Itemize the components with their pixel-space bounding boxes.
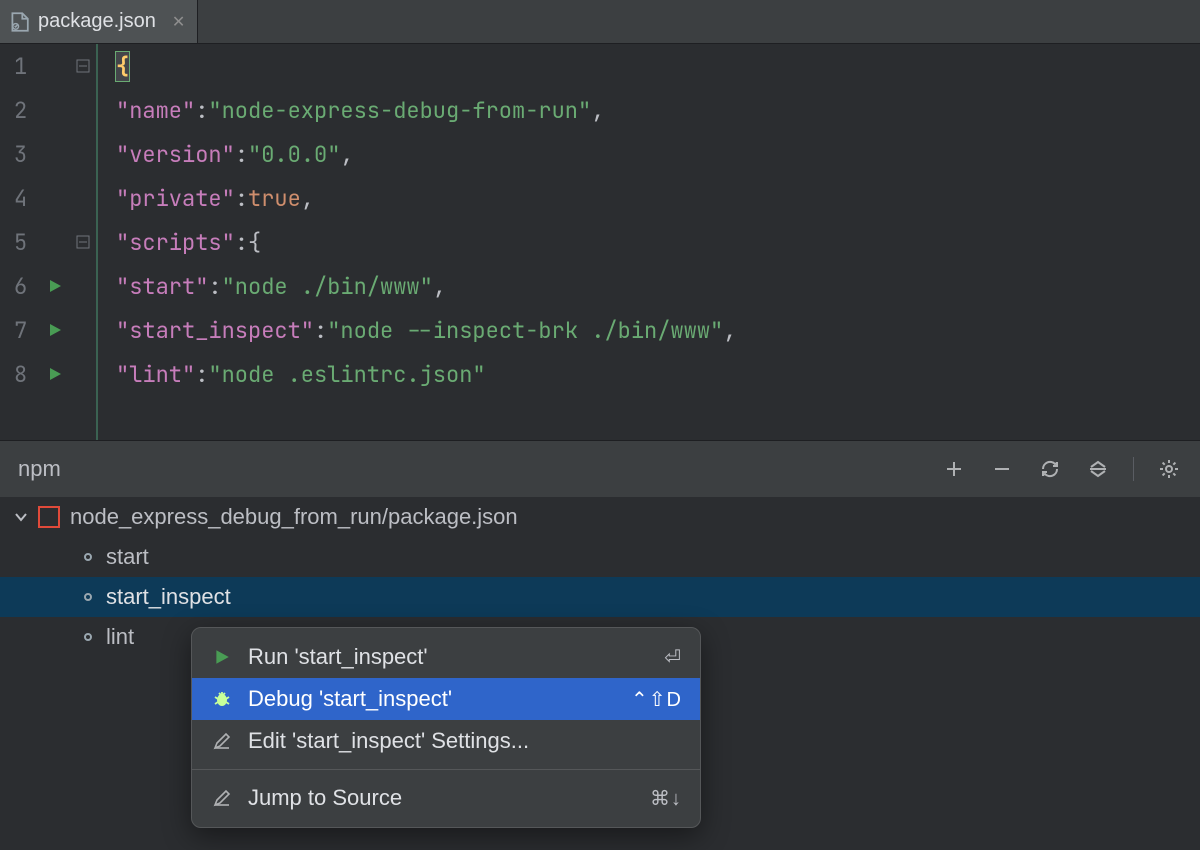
ctx-jump-shortcut: ⌘↓ <box>650 786 682 811</box>
code-token: "version" <box>116 140 235 169</box>
tab-title: package.json <box>38 10 156 33</box>
code-token: "node .eslintrc.json" <box>208 360 485 389</box>
add-icon[interactable] <box>941 456 967 482</box>
separator <box>1133 457 1134 481</box>
code-token: "0.0.0" <box>248 140 340 169</box>
code-token: "private" <box>116 184 235 213</box>
code-token: "node-express-debug-from-run" <box>208 96 591 125</box>
separator <box>192 769 700 770</box>
code-token: "node ./bin/www" <box>222 272 433 301</box>
code-token: true <box>248 184 301 213</box>
bullet-icon <box>84 633 92 641</box>
tree-script-label: start <box>106 544 149 570</box>
run-gutter-icon[interactable] <box>40 278 70 294</box>
tab-close-icon[interactable]: ✕ <box>172 12 185 32</box>
line-number: 7 <box>14 316 40 345</box>
gutter: 1 2 3 4 5 6 7 8 <box>0 44 96 440</box>
ctx-jump-label: Jump to Source <box>248 785 402 811</box>
tool-window-title: npm <box>18 456 61 482</box>
bug-icon <box>210 689 234 709</box>
code-content[interactable]: { "name": "node-express-debug-from-run",… <box>96 44 736 440</box>
ctx-edit-settings[interactable]: Edit 'start_inspect' Settings... <box>192 720 700 762</box>
code-editor[interactable]: 1 2 3 4 5 6 7 8 { "name": "node-express-… <box>0 44 1200 440</box>
tab-bar: package.json ✕ <box>0 0 1200 44</box>
line-number: 4 <box>14 184 40 213</box>
tool-window-header: npm <box>0 441 1200 497</box>
line-number: 5 <box>14 228 40 257</box>
ctx-debug-shortcut: ⌃⇧D <box>631 687 682 712</box>
line-number: 8 <box>14 360 40 389</box>
code-token: "lint" <box>116 360 195 389</box>
run-gutter-icon[interactable] <box>40 366 70 382</box>
tree-root-label: node_express_debug_from_run/package.json <box>70 504 518 530</box>
fold-toggle-icon[interactable] <box>70 235 96 249</box>
refresh-icon[interactable] <box>1037 456 1063 482</box>
code-token: "start_inspect" <box>116 316 314 345</box>
editor-area: package.json ✕ 1 2 3 4 5 6 7 8 { "name":… <box>0 0 1200 440</box>
code-token: "name" <box>116 96 195 125</box>
line-number: 2 <box>14 96 40 125</box>
npm-tool-window: npm node_express_debug_from_run/package.… <box>0 440 1200 657</box>
ctx-run-shortcut: ⏎ <box>664 645 682 670</box>
code-token: "scripts" <box>116 228 235 257</box>
fold-toggle-icon[interactable] <box>70 59 96 73</box>
play-icon <box>210 648 234 666</box>
ctx-run[interactable]: Run 'start_inspect' ⏎ <box>192 636 700 678</box>
npm-icon <box>38 506 60 528</box>
tree-script-start[interactable]: start <box>0 537 1200 577</box>
line-number: 1 <box>14 52 40 81</box>
json-file-icon <box>8 11 30 33</box>
tree-script-label: start_inspect <box>106 584 231 610</box>
bullet-icon <box>84 553 92 561</box>
pencil-icon <box>210 789 234 807</box>
collapse-all-icon[interactable] <box>1085 456 1111 482</box>
bullet-icon <box>84 593 92 601</box>
line-number: 3 <box>14 140 40 169</box>
ctx-jump-to-source[interactable]: Jump to Source ⌘↓ <box>192 777 700 819</box>
chevron-down-icon[interactable] <box>14 510 28 524</box>
tree-script-start-inspect[interactable]: start_inspect <box>0 577 1200 617</box>
ctx-debug-label: Debug 'start_inspect' <box>248 686 452 712</box>
remove-icon[interactable] <box>989 456 1015 482</box>
tab-package-json[interactable]: package.json ✕ <box>0 0 198 43</box>
run-gutter-icon[interactable] <box>40 322 70 338</box>
context-menu: Run 'start_inspect' ⏎ Debug 'start_inspe… <box>191 627 701 828</box>
tree-script-label: lint <box>106 624 134 650</box>
code-token: { <box>116 52 129 81</box>
code-token: "start" <box>116 272 208 301</box>
code-token: { <box>248 228 261 257</box>
line-number: 6 <box>14 272 40 301</box>
ctx-run-label: Run 'start_inspect' <box>248 644 428 670</box>
pencil-icon <box>210 732 234 750</box>
ctx-debug[interactable]: Debug 'start_inspect' ⌃⇧D <box>192 678 700 720</box>
gear-icon[interactable] <box>1156 456 1182 482</box>
ctx-edit-label: Edit 'start_inspect' Settings... <box>248 728 529 754</box>
code-token: "node --inspect-brk ./bin/www" <box>327 316 723 345</box>
tree-root[interactable]: node_express_debug_from_run/package.json <box>0 497 1200 537</box>
